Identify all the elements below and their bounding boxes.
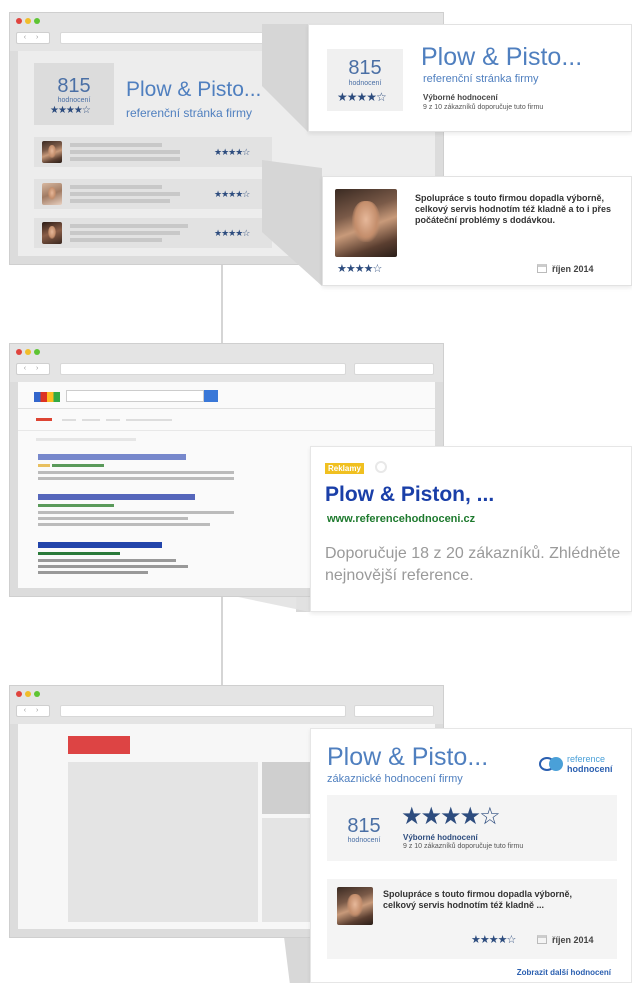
calendar-icon <box>537 264 547 273</box>
review-row[interactable]: ★★★★☆ <box>34 137 272 167</box>
window-controls-icon[interactable] <box>16 691 40 697</box>
logo-text-1: reference <box>567 754 606 764</box>
search-button[interactable] <box>204 390 218 402</box>
search-input[interactable] <box>66 390 204 402</box>
company-subtitle: referenční stránka firmy <box>126 106 253 120</box>
ad-badge: Reklamy <box>325 463 364 474</box>
review-date: říjen 2014 <box>552 264 594 274</box>
review-box: Spolupráce s touto firmou dopadla výborn… <box>327 879 617 959</box>
review-row-stars: ★★★★☆ <box>214 189 250 199</box>
address-bar[interactable] <box>60 363 346 375</box>
reviewer-avatar <box>42 141 62 163</box>
rating-count: 815 <box>347 815 381 837</box>
page-header-block <box>68 736 130 754</box>
back-forward-buttons[interactable]: ‹ › <box>16 32 50 44</box>
flow-connector-2 <box>221 597 223 685</box>
ad-url[interactable]: www.referencehodnoceni.cz <box>327 513 475 525</box>
flow-connector-1 <box>221 265 223 345</box>
reviewer-avatar <box>42 183 62 205</box>
window-controls-icon[interactable] <box>16 18 40 24</box>
calendar-icon <box>537 935 547 944</box>
rating-stars: ★★★★☆ <box>50 105 91 116</box>
company-subtitle: referenční stránka firmy <box>423 73 539 85</box>
review-text: Spolupráce s touto firmou dopadla výborn… <box>415 193 612 225</box>
rating-count-label: hodnocení <box>57 97 91 104</box>
rating-stars-large: ★★★★☆ <box>401 803 501 830</box>
rating-popup-card: 815 hodnocení ★★★★☆ Plow & Pisto... refe… <box>308 24 632 132</box>
rating-count: 815 <box>348 57 382 79</box>
recommend-text: 9 z 10 zákazníků doporučuje tuto firmu <box>403 843 524 850</box>
rating-label: Výborné hodnocení <box>423 93 498 102</box>
info-icon[interactable] <box>375 461 387 473</box>
search-engine-logo <box>34 392 60 402</box>
company-name: Plow & Pisto... <box>126 78 262 101</box>
rating-count-box: 815 hodnocení ★★★★☆ <box>34 63 114 125</box>
back-forward-buttons[interactable]: ‹ › <box>16 705 50 717</box>
rating-label: Výborné hodnocení <box>403 833 478 842</box>
show-more-reviews-link[interactable]: Zobrazit další hodnocení <box>517 968 611 977</box>
company-subtitle: zákaznické hodnocení firmy <box>327 773 463 785</box>
browser-titlebar: ‹ › <box>10 686 443 724</box>
rating-stars: ★★★★☆ <box>337 90 387 104</box>
tab-active[interactable] <box>36 418 52 421</box>
rating-count: 815 <box>57 75 91 97</box>
search-result-title[interactable] <box>38 542 162 548</box>
rating-count-label: hodnocení <box>347 837 381 844</box>
browser-titlebar: ‹ › <box>10 344 443 382</box>
review-row[interactable]: ★★★★☆ <box>34 218 272 248</box>
logo-text-2: hodnocení <box>567 764 613 774</box>
reviewer-avatar <box>337 887 373 925</box>
review-row[interactable]: ★★★★☆ <box>34 179 272 209</box>
ad-title[interactable]: Plow & Piston, ... <box>325 483 494 507</box>
company-name: Plow & Pisto... <box>421 43 583 71</box>
search-bar[interactable] <box>354 705 434 717</box>
review-row-stars: ★★★★☆ <box>214 147 250 157</box>
review-popup-card: Spolupráce s touto firmou dopadla výborn… <box>322 176 632 286</box>
company-name: Plow & Pisto... <box>327 743 489 771</box>
rating-count-label: hodnocení <box>348 80 382 87</box>
recommend-text: 9 z 10 zákazníků doporučuje tuto firmu <box>423 104 544 111</box>
search-result-title[interactable] <box>38 494 195 500</box>
window-controls-icon[interactable] <box>16 349 40 355</box>
reference-hodnoceni-logo-icon[interactable]: reference hodnocení <box>539 753 629 777</box>
ad-result-title[interactable] <box>38 454 186 460</box>
review-date: říjen 2014 <box>552 935 594 945</box>
address-bar[interactable] <box>60 705 346 717</box>
review-row-stars: ★★★★☆ <box>214 228 250 238</box>
search-bar[interactable] <box>354 363 434 375</box>
rating-widget: Plow & Pisto... zákaznické hodnocení fir… <box>310 728 632 983</box>
ad-card[interactable]: Reklamy Plow & Piston, ... www.reference… <box>310 446 632 612</box>
back-forward-buttons[interactable]: ‹ › <box>16 363 50 375</box>
review-stars: ★★★★☆ <box>471 934 516 946</box>
summary-card: 815 hodnocení ★★★★☆ Plow & Pisto... refe… <box>34 63 280 125</box>
ad-description: Doporučuje 18 z 20 zákazníků. Zhlédněte … <box>325 545 621 584</box>
review-text: Spolupráce s touto firmou dopadla výborn… <box>383 889 573 910</box>
rating-count-box: 815 hodnocení ★★★★☆ <box>327 49 403 111</box>
review-stars: ★★★★☆ <box>337 263 382 275</box>
reviewer-avatar <box>42 222 62 244</box>
reviewer-avatar <box>335 189 397 257</box>
content-block <box>68 762 258 922</box>
rating-summary-box: 815 hodnocení ★★★★☆ Výborné hodnocení 9 … <box>327 795 617 861</box>
